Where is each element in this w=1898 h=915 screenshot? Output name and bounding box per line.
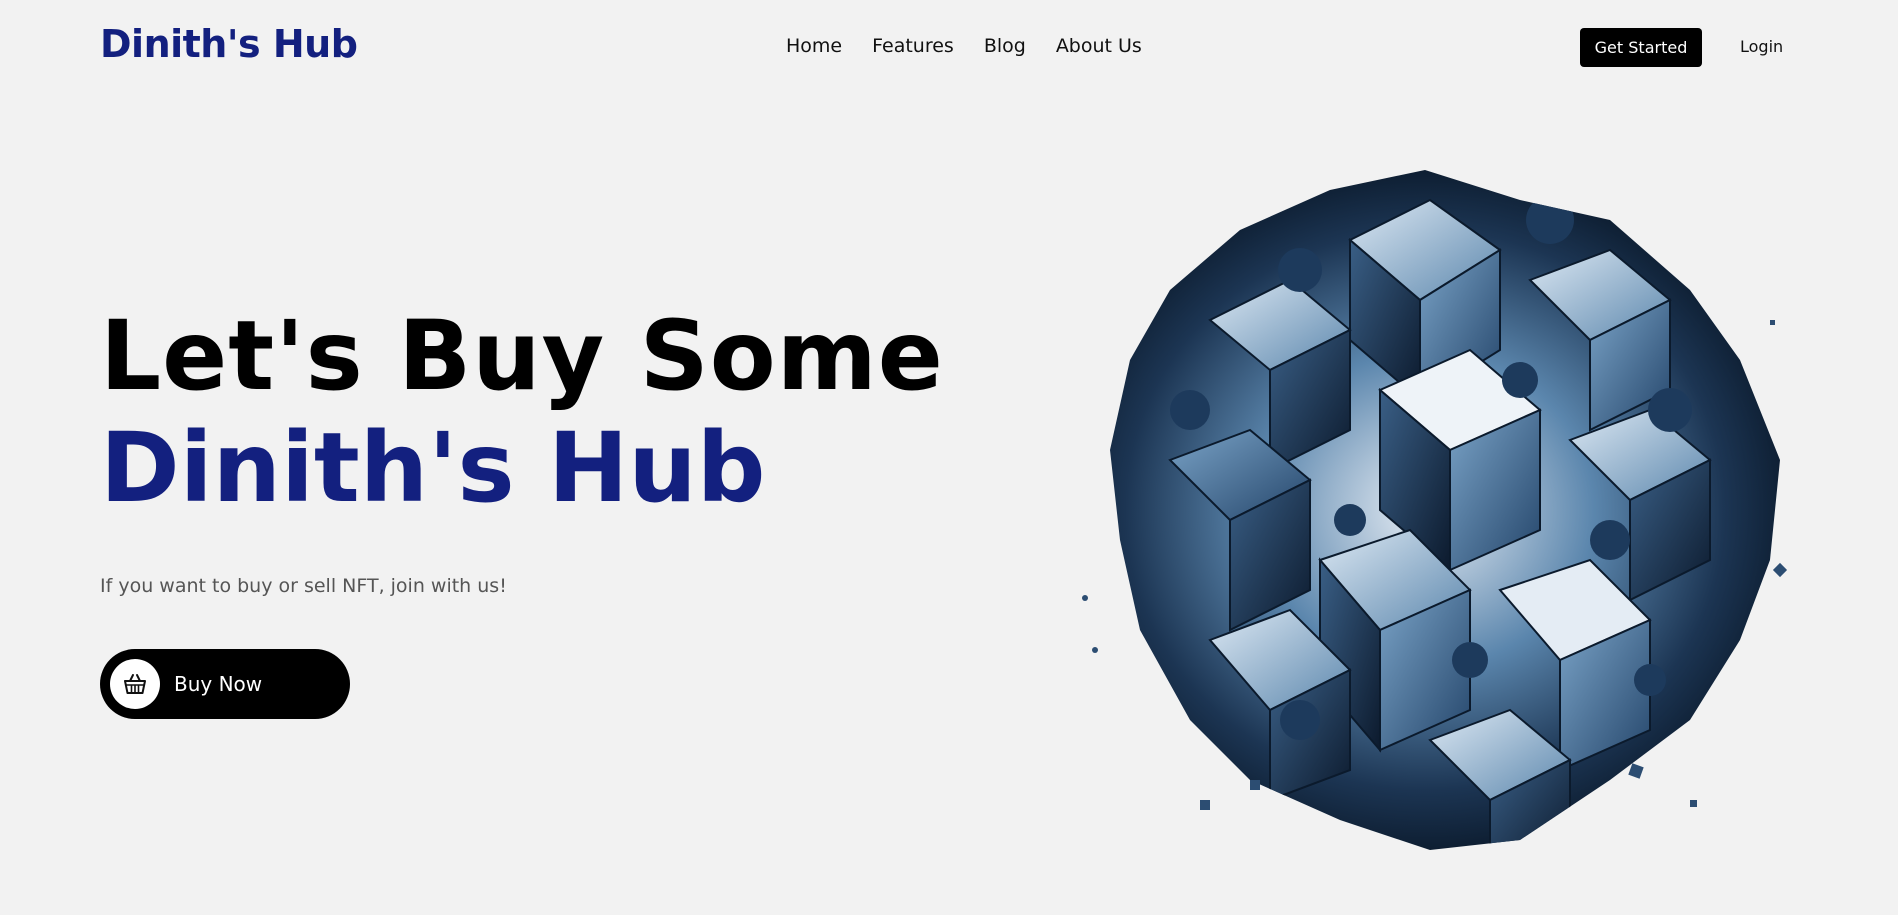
nav-features[interactable]: Features <box>872 35 954 57</box>
nav-blog[interactable]: Blog <box>984 35 1026 57</box>
buy-now-label: Buy Now <box>174 672 263 696</box>
hero-heading-line-2: Dinith's Hub <box>100 412 766 524</box>
landing-page: Dinith's Hub Home Features Blog About Us… <box>0 0 1898 915</box>
main-nav: Home Features Blog About Us <box>786 35 1172 57</box>
brand-logo[interactable]: Dinith's Hub <box>100 22 358 66</box>
basket-icon <box>110 659 160 709</box>
buy-now-button[interactable]: Buy Now <box>100 649 350 719</box>
login-link[interactable]: Login <box>1740 37 1783 56</box>
get-started-button[interactable]: Get Started <box>1580 28 1702 67</box>
nav-home[interactable]: Home <box>786 35 842 57</box>
hero-heading-line-1: Let's Buy Some <box>100 300 944 412</box>
hero-subtext: If you want to buy or sell NFT, join wit… <box>100 575 507 597</box>
nft-artwork-image <box>1082 170 1788 850</box>
nav-about-us[interactable]: About Us <box>1056 35 1142 57</box>
